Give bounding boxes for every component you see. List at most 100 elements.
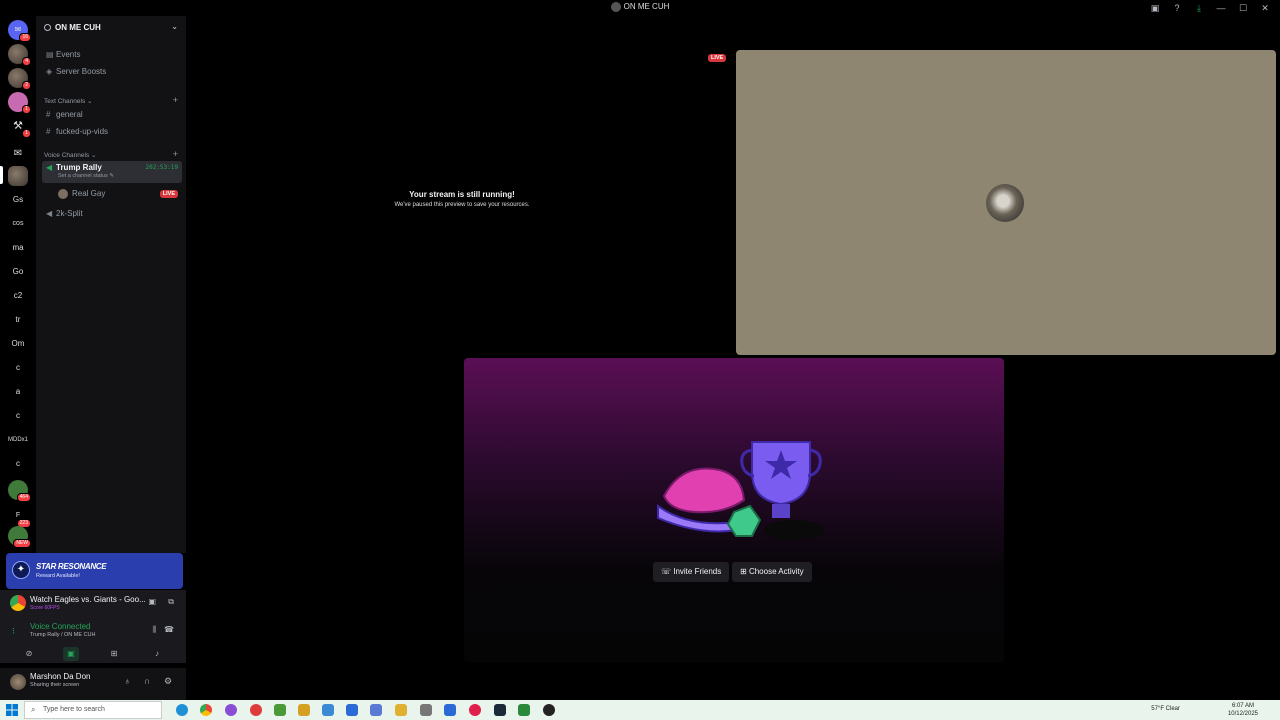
noise-suppression-icon[interactable]: ⫼	[152, 625, 156, 635]
home-button[interactable]: ✉ 16	[8, 20, 31, 42]
opera-icon[interactable]	[250, 704, 262, 716]
title-bar-icons: ▣ ? ⤓ — ☐ ✕	[1144, 2, 1276, 14]
server-icon[interactable]: MDDx1	[8, 430, 28, 450]
clock[interactable]: 6:07 AM 10/12/2025	[1228, 702, 1258, 718]
signal-icon: ⁝	[12, 626, 15, 636]
speaker-icon: ◀	[46, 163, 53, 172]
hash-icon: #	[46, 127, 51, 136]
server-icon[interactable]: c	[8, 358, 28, 378]
server-icon[interactable]: tr	[8, 310, 28, 330]
server-icon[interactable]: 2	[8, 68, 31, 90]
app-icon[interactable]	[298, 704, 310, 716]
stream-settings-icon[interactable]: ▣	[148, 597, 156, 606]
help-icon[interactable]: ?	[1166, 2, 1188, 14]
camera-off-button[interactable]: ⊘	[21, 647, 37, 661]
voice-connected-panel: ⁝ Voice Connected Trump Rally / ON ME CU…	[0, 618, 186, 646]
choose-activity-button[interactable]: ⊞ Choose Activity	[732, 562, 812, 582]
server-icon[interactable]: Om	[8, 334, 28, 354]
server-header[interactable]: ON ME CUH ⌄	[36, 16, 186, 40]
server-icon[interactable]: 464	[8, 480, 31, 502]
app-icon[interactable]	[225, 704, 237, 716]
server-icon[interactable]: cos	[8, 214, 28, 234]
app-icon[interactable]	[469, 704, 481, 716]
server-icon[interactable]: ✉	[8, 144, 28, 164]
server-icon[interactable]: Go	[8, 262, 28, 282]
inbox-icon[interactable]: ▣	[1144, 2, 1166, 14]
chrome-icon[interactable]	[200, 704, 212, 716]
title-bar: ON ME CUH ▣ ? ⤓ — ☐ ✕	[0, 0, 1280, 16]
app-icon[interactable]	[370, 704, 382, 716]
search-icon: ⌕	[31, 705, 36, 714]
steam-icon[interactable]	[494, 704, 506, 716]
app-icon[interactable]	[274, 704, 286, 716]
download-icon[interactable]: ⤓	[1188, 2, 1210, 14]
server-icon-active[interactable]	[8, 166, 28, 186]
taskbar-search-input[interactable]: ⌕ Type here to search	[24, 701, 162, 719]
text-channels-category[interactable]: Text Channels ⌄ +	[44, 95, 178, 105]
edge-icon[interactable]	[176, 704, 188, 716]
chevron-down-icon: ⌄	[171, 22, 178, 31]
soundboard-button[interactable]: ♪	[149, 647, 165, 661]
minimize-button[interactable]: —	[1210, 2, 1232, 14]
channel-sidebar: ON ME CUH ⌄ ▤ Events ◈ Server Boosts Text C…	[36, 16, 186, 553]
server-icon[interactable]: c	[8, 454, 28, 474]
server-icon[interactable]: a	[8, 382, 28, 402]
server-icon[interactable]: Gs	[8, 190, 28, 210]
headphones-icon[interactable]: ∩	[144, 676, 150, 686]
microphone-icon[interactable]: ♁	[124, 676, 131, 686]
server-icon[interactable]: ⚒ 1	[8, 116, 31, 138]
live-badge: LIVE	[159, 190, 178, 198]
invite-friends-button[interactable]: ☏ Invite Friends	[653, 562, 730, 582]
participant-video-tile[interactable]	[736, 50, 1276, 355]
windows-taskbar: ⌕ Type here to search 57°F Clear 6:07 AM 1…	[0, 700, 1280, 720]
channel-status[interactable]: Set a channel status ✎	[58, 172, 114, 180]
popout-icon[interactable]: ⧉	[168, 597, 174, 607]
app-icon[interactable]	[444, 704, 456, 716]
settings-icon[interactable]	[420, 704, 432, 716]
promo-banner[interactable]: ✦ STAR RESONANCE Reward Available!	[6, 553, 183, 589]
screen-share-button[interactable]: ▣	[63, 647, 79, 661]
avatar[interactable]	[10, 674, 26, 690]
voice-controls: ⊘ ▣ ⊞ ♪	[0, 645, 186, 663]
activity-button[interactable]: ⊞	[106, 647, 122, 661]
server-icon[interactable]: 4	[8, 44, 31, 66]
activity-tile: ☏ Invite Friends ⊞ Choose Activity	[464, 358, 1004, 662]
selected-indicator	[0, 166, 3, 184]
events-item[interactable]: ▤ Events	[42, 48, 182, 62]
server-icon[interactable]: NEW	[8, 526, 31, 548]
channel-fucked-up-vids[interactable]: # fucked-up-vids	[42, 125, 182, 139]
server-icon[interactable]: 1	[8, 92, 31, 114]
window-title: ON ME CUH	[0, 2, 1280, 12]
weather[interactable]: 57°F Clear	[1151, 706, 1180, 712]
server-boosts-item[interactable]: ◈ Server Boosts	[42, 65, 182, 79]
server-icon[interactable]: F 223	[8, 506, 31, 528]
live-badge: LIVE	[708, 54, 727, 62]
server-icon[interactable]: c	[8, 406, 28, 426]
voice-channels-category[interactable]: Voice Channels ⌄ +	[44, 149, 178, 159]
maximize-button[interactable]: ☐	[1232, 2, 1254, 14]
chrome-icon	[10, 595, 26, 611]
server-icon[interactable]: ma	[8, 238, 28, 258]
voice-channel-trump-rally[interactable]: ◀ Trump Rally 202:53:19 Set a channel sta…	[42, 161, 182, 183]
add-channel-icon[interactable]: +	[173, 149, 178, 159]
boost-icon: ◈	[46, 67, 53, 76]
app-icon[interactable]	[346, 704, 358, 716]
app-icon[interactable]	[543, 704, 555, 716]
app-icon[interactable]	[518, 704, 530, 716]
app-icon[interactable]	[322, 704, 334, 716]
channel-general[interactable]: # general	[42, 108, 182, 122]
gear-icon[interactable]: ⚙	[164, 676, 172, 687]
windows-start-icon[interactable]	[6, 704, 18, 716]
add-channel-icon[interactable]: +	[173, 95, 178, 105]
hash-icon: #	[46, 110, 51, 119]
folder-icon[interactable]	[395, 704, 407, 716]
voice-channel-2k-split[interactable]: ◀ 2k-Split	[42, 207, 182, 221]
trophy-illustration-icon	[657, 441, 824, 540]
server-icon[interactable]: c2	[8, 286, 28, 306]
disconnect-icon[interactable]: ☎	[164, 625, 174, 634]
voice-user-real-gay[interactable]: Real Gay LIVE	[42, 187, 182, 201]
speaker-icon: ◀	[46, 209, 53, 218]
server-icon	[610, 2, 621, 12]
stream-paused-notice: Your stream is still running! We've paus…	[394, 190, 530, 208]
close-button[interactable]: ✕	[1254, 2, 1276, 14]
